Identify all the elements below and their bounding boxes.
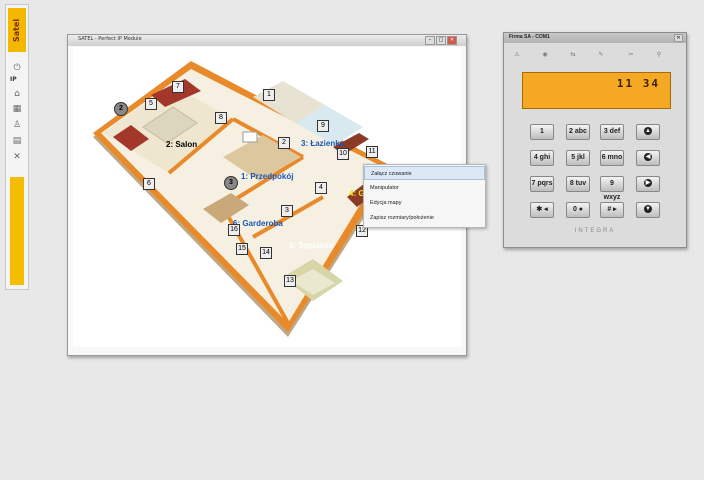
trouble-led-icon: ✎ <box>598 51 604 58</box>
zone-number[interactable]: 16 <box>228 224 240 236</box>
left-toolbar: Satel ⏻ IP ⌂ ▦ ♙ ▤ ✕ <box>5 4 29 290</box>
minimize-button[interactable]: – <box>425 36 435 45</box>
zone-number[interactable]: 10 <box>337 148 349 160</box>
maximize-button[interactable]: □ <box>436 36 446 45</box>
key-4[interactable]: 4 ghi <box>530 150 554 166</box>
tools-icon[interactable]: ✕ <box>11 152 23 163</box>
map-window-title: SATEL - Perfect IP Module <box>78 36 142 42</box>
menu-item-edit-map[interactable]: Edycja mapy <box>364 196 485 210</box>
zone-led-icon: ⇆ <box>570 51 576 58</box>
document-icon[interactable]: ▤ <box>11 136 23 147</box>
room-label-lazienka[interactable]: 3: Łazienka <box>301 139 344 148</box>
zone-number[interactable]: 4 <box>315 182 327 194</box>
keypad-icon[interactable]: ▦ <box>11 104 23 115</box>
keypad-display-text: 11 34 <box>616 77 660 90</box>
zone-number[interactable]: 14 <box>260 247 272 259</box>
user-icon[interactable]: ♙ <box>11 120 23 131</box>
zone-number[interactable]: 1 <box>263 89 275 101</box>
key-7[interactable]: 7 pqrs <box>530 176 554 192</box>
arrow-down-icon: ▼ <box>644 205 652 214</box>
keypad-window: Firma SA - COM1 ✕ ⚠ ◉ ⇆ ✎ ✂ ⚲ 11 34 1 2 … <box>503 32 687 248</box>
key-left[interactable]: ◀ <box>636 150 660 166</box>
home-icon[interactable]: ⌂ <box>11 89 23 100</box>
room-label-salon[interactable]: 2: Salon <box>166 140 197 149</box>
key-0[interactable]: 0 ● <box>566 202 590 218</box>
key-3[interactable]: 3 def <box>600 124 624 140</box>
armed-led-icon: ◉ <box>542 51 548 58</box>
zone-number[interactable]: 6 <box>143 178 155 190</box>
status-bar <box>10 177 24 285</box>
menu-item-arm[interactable]: Załącz czuwanie <box>364 166 485 180</box>
key-star[interactable]: ✱ ◂ <box>530 202 554 218</box>
room-label-przedpokoj[interactable]: 1: Przedpokój <box>241 172 293 181</box>
key-right[interactable]: ▶ <box>636 176 660 192</box>
zone-number[interactable]: 5 <box>145 98 157 110</box>
context-menu: Załącz czuwanie Manipulator Edycja mapy … <box>363 164 486 228</box>
key-6[interactable]: 6 mno <box>600 150 624 166</box>
service-led-icon: ✂ <box>628 51 634 58</box>
keypad-close-button[interactable]: ✕ <box>674 34 683 42</box>
key-2[interactable]: 2 abc <box>566 124 590 140</box>
room-label-sypialnia[interactable]: 5: Sypialnia <box>289 241 333 250</box>
zone-number[interactable]: 7 <box>172 81 184 93</box>
zone-number[interactable]: 8 <box>215 112 227 124</box>
menu-item-save-layout[interactable]: Zapisz rozmiary/położenie <box>364 211 485 225</box>
zone-number[interactable]: 13 <box>284 275 296 287</box>
key-5[interactable]: 5 jkl <box>566 150 590 166</box>
arrow-up-icon: ▲ <box>644 127 652 136</box>
key-down[interactable]: ▼ <box>636 202 660 218</box>
keypad-titlebar[interactable]: Firma SA - COM1 ✕ <box>504 33 686 43</box>
zone-number[interactable]: 2 <box>278 137 290 149</box>
key-up[interactable]: ▲ <box>636 124 660 140</box>
key-8[interactable]: 8 tuv <box>566 176 590 192</box>
map-window-titlebar[interactable]: SATEL - Perfect IP Module – □ ✕ <box>68 35 466 46</box>
zone-number[interactable]: 9 <box>317 120 329 132</box>
room-label-garderoba[interactable]: 6: Garderoba <box>233 219 283 228</box>
zone-number[interactable]: 3 <box>281 205 293 217</box>
key-hash[interactable]: # ▸ <box>600 202 624 218</box>
key-1[interactable]: 1 <box>530 124 554 140</box>
keypad-brand: INTEGRA <box>574 228 616 234</box>
power-icon[interactable]: ⏻ <box>11 63 23 74</box>
partition-circle[interactable]: 3 <box>224 176 238 190</box>
arrow-left-icon: ◀ <box>644 153 652 162</box>
partition-circle[interactable]: 2 <box>114 102 128 116</box>
keypad-title: Firma SA - COM1 <box>509 34 550 40</box>
zone-number[interactable]: 15 <box>236 243 248 255</box>
power-led-icon: ⚲ <box>656 51 662 58</box>
key-9[interactable]: 9 wxyz <box>600 176 624 201</box>
close-button[interactable]: ✕ <box>447 36 457 45</box>
arrow-right-icon: ▶ <box>644 179 652 188</box>
satel-logo: Satel <box>8 8 26 52</box>
zone-number[interactable]: 11 <box>366 146 378 158</box>
keypad-display: 11 34 <box>522 72 671 109</box>
alarm-led-icon: ⚠ <box>514 51 520 58</box>
ip-label[interactable]: IP <box>10 76 17 83</box>
menu-item-keypad[interactable]: Manipulator <box>364 181 485 195</box>
